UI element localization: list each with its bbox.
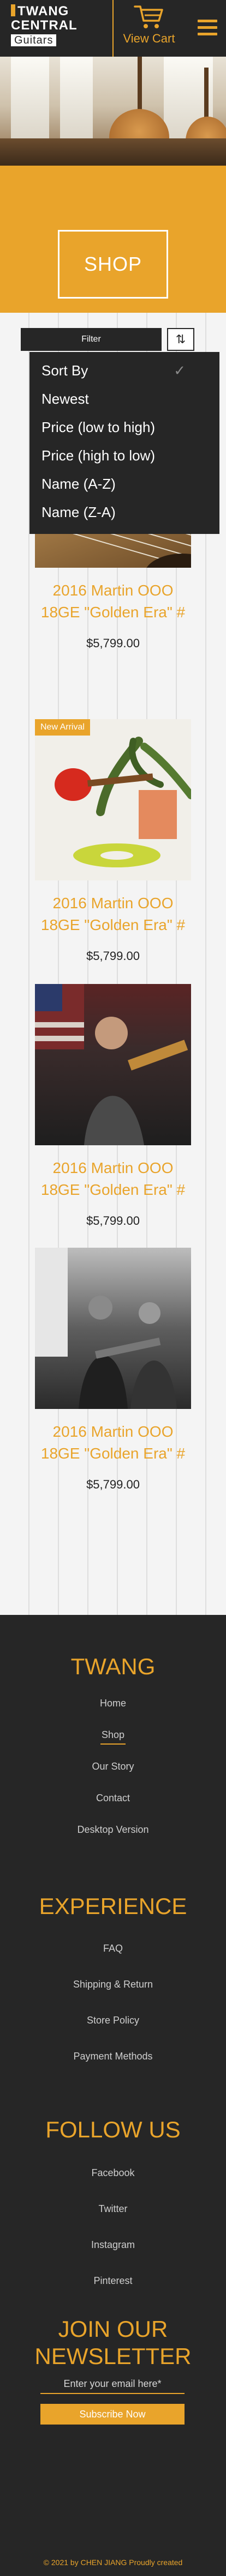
- product-title[interactable]: 2016 Martin OOO 18GE "Golden Era" #: [35, 892, 191, 936]
- product-title[interactable]: 2016 Martin OOO 18GE "Golden Era" #: [35, 1421, 191, 1465]
- newsletter-email-input[interactable]: [40, 2374, 185, 2394]
- product-image[interactable]: New Arrival: [35, 719, 191, 880]
- new-arrival-badge: New Arrival: [35, 719, 90, 736]
- product-title[interactable]: 2016 Martin OOO 18GE "Golden Era" #: [35, 580, 191, 623]
- hero-guitar-neck: [138, 57, 142, 117]
- footer-link-our-story[interactable]: Our Story: [0, 1760, 226, 1773]
- newsletter-title-line1: JOIN OUR: [58, 2316, 168, 2342]
- footer-experience-title: EXPERIENCE: [39, 1893, 187, 1919]
- sort-dropdown-menu: Sort By ✓ Newest Price (low to high) Pri…: [29, 352, 219, 534]
- product-card[interactable]: 2016 Martin OOO 18GE "Golden Era" # $5,7…: [35, 984, 191, 1229]
- view-cart-button[interactable]: View Cart: [119, 3, 179, 46]
- sort-option-name-a-z[interactable]: Name (A-Z): [29, 470, 219, 498]
- sort-option-name-z-a[interactable]: Name (Z-A): [29, 498, 219, 526]
- header-divider: [112, 0, 114, 57]
- product-price: $5,799.00: [86, 949, 140, 963]
- copyright-text: © 2021 by CHEN JIANG Proudly created: [43, 2558, 183, 2567]
- newsletter-title-line2: NEWSLETTER: [34, 2343, 192, 2369]
- product-image[interactable]: [35, 984, 191, 1145]
- product-card[interactable]: New Arrival 2016 Martin OOO 18GE "Golden…: [35, 719, 191, 964]
- shop-title: SHOP: [58, 230, 168, 299]
- footer-brand-title: TWANG: [70, 1654, 156, 1679]
- shop-banner: SHOP: [0, 166, 226, 313]
- footer-link-shop[interactable]: Shop: [0, 1728, 226, 1741]
- product-card[interactable]: 2016 Martin OOO 18GE "Golden Era" # $5,7…: [35, 1248, 191, 1493]
- footer-link-faq[interactable]: FAQ: [0, 1942, 226, 1955]
- product-image[interactable]: [35, 1248, 191, 1409]
- hero-window: [60, 57, 93, 138]
- logo-text-guitars: Guitars: [11, 34, 57, 46]
- sort-arrows-icon: ⇅: [175, 332, 186, 346]
- product-title[interactable]: 2016 Martin OOO 18GE "Golden Era" #: [35, 1157, 191, 1201]
- checkmark-icon: ✓: [174, 362, 186, 379]
- product-price: $5,799.00: [86, 1214, 140, 1228]
- sort-button[interactable]: ⇅: [167, 328, 194, 351]
- subscribe-button[interactable]: Subscribe Now: [40, 2404, 185, 2425]
- hamburger-menu-icon[interactable]: [198, 20, 217, 36]
- footer-link-home[interactable]: Home: [0, 1697, 226, 1710]
- product-price: $5,799.00: [86, 1478, 140, 1491]
- view-cart-label: View Cart: [123, 32, 175, 45]
- logo-text-twang: TWANG: [17, 4, 69, 19]
- site-logo[interactable]: TWANG CENTRAL Guitars: [11, 4, 93, 47]
- sort-option-price-low-high[interactable]: Price (low to high): [29, 413, 219, 441]
- hero-guitar-image: [0, 57, 226, 166]
- footer-link-instagram[interactable]: Instagram: [0, 2238, 226, 2251]
- footer-link-twitter[interactable]: Twitter: [0, 2202, 226, 2215]
- footer-link-desktop-version[interactable]: Desktop Version: [0, 1823, 226, 1836]
- site-header: TWANG CENTRAL Guitars View Cart: [0, 0, 226, 57]
- footer-follow-title: FOLLOW US: [45, 2117, 181, 2142]
- logo-accent-bar: [11, 4, 15, 16]
- site-footer: TWANG Home Shop Our Story Contact Deskto…: [0, 1615, 226, 2576]
- hero-furniture: [0, 138, 226, 166]
- footer-link-shipping-return[interactable]: Shipping & Return: [0, 1978, 226, 1991]
- active-link-underline: [100, 1743, 126, 1745]
- filter-button[interactable]: Filter: [21, 328, 162, 351]
- sort-option-newest[interactable]: Newest: [29, 385, 219, 413]
- logo-text-central: CENTRAL: [11, 18, 78, 33]
- product-price: $5,799.00: [86, 636, 140, 650]
- footer-link-facebook[interactable]: Facebook: [0, 2166, 226, 2179]
- product-gallery: Filter ⇅ Sort By ✓ Newest Price (low to …: [0, 313, 226, 1615]
- footer-link-store-policy[interactable]: Store Policy: [0, 2014, 226, 2027]
- footer-link-payment-methods[interactable]: Payment Methods: [0, 2050, 226, 2063]
- sort-option-price-high-low[interactable]: Price (high to low): [29, 441, 219, 470]
- cart-icon: [134, 5, 163, 28]
- footer-link-pinterest[interactable]: Pinterest: [0, 2274, 226, 2287]
- hero-window: [11, 57, 49, 138]
- sort-option-sort-by[interactable]: Sort By ✓: [29, 356, 219, 385]
- footer-link-contact[interactable]: Contact: [0, 1791, 226, 1805]
